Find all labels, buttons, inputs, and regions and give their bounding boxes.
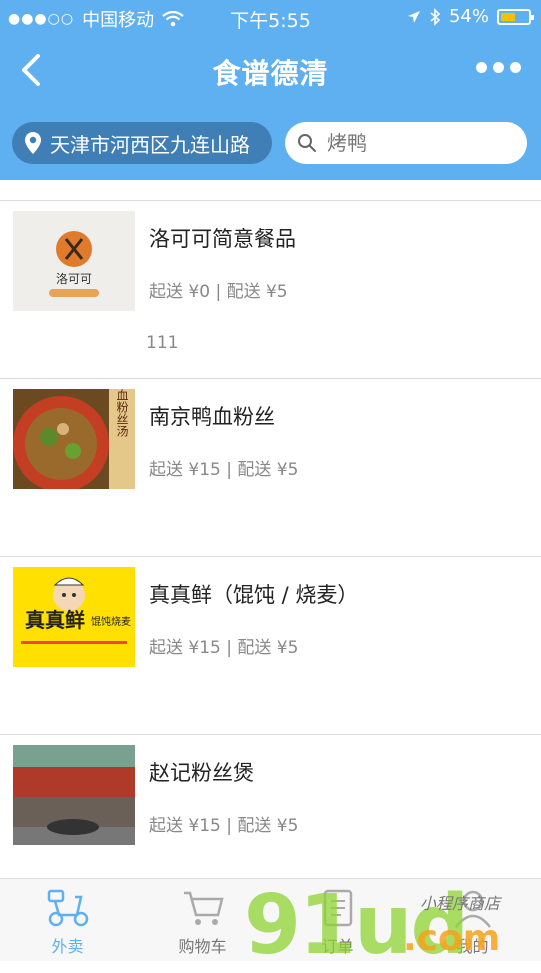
scooter-icon	[47, 889, 89, 927]
search-icon	[298, 134, 316, 152]
location-selector[interactable]: 天津市河西区九连山路	[12, 122, 272, 164]
restaurant-name: 南京鸭血粉丝	[149, 405, 275, 429]
status-bar: ●●●○○ 中国移动 下午5:55 54%	[0, 0, 541, 34]
location-text: 天津市河西区九连山路	[50, 132, 250, 157]
restaurant-delivery-info: 起送 ¥15 | 配送 ¥5	[149, 638, 299, 658]
restaurant-thumbnail: 鸭血粉丝汤	[13, 389, 135, 489]
restaurant-item[interactable]: 鸭血粉丝汤 南京鸭血粉丝 起送 ¥15 | 配送 ¥5	[0, 379, 541, 557]
bluetooth-icon	[430, 7, 441, 26]
restaurant-name: 洛可可简意餐品	[149, 227, 296, 251]
thumb-sub-text: 馄饨烧麦	[91, 615, 131, 628]
navbar: 食谱德清	[0, 40, 541, 102]
restaurant-item[interactable]: 真真鲜 馄饨烧麦 真真鲜（馄饨 / 烧麦） 起送 ¥15 | 配送 ¥5	[0, 557, 541, 735]
restaurant-thumbnail: 洛可可	[13, 211, 135, 311]
battery-icon	[497, 8, 534, 25]
thumb-logo-text: 真真鲜	[25, 608, 85, 632]
restaurant-delivery-info: 起送 ¥15 | 配送 ¥5	[149, 816, 299, 836]
restaurant-item[interactable]: 洛可可 洛可可简意餐品 起送 ¥0 | 配送 ¥5 111	[0, 201, 541, 379]
restaurant-name: 真真鲜（馄饨 / 烧麦）	[149, 583, 359, 607]
page-title: 食谱德清	[212, 57, 329, 90]
tab-takeout[interactable]: 外卖	[0, 879, 135, 961]
more-options-icon[interactable]	[476, 62, 521, 73]
location-pin-icon	[25, 132, 41, 154]
restaurant-thumbnail	[13, 745, 135, 845]
location-arrow-icon	[407, 10, 420, 23]
search-bar[interactable]	[285, 122, 527, 164]
watermark-suffix: .com	[403, 918, 501, 959]
search-input[interactable]	[325, 130, 509, 156]
restaurant-name: 赵记粉丝煲	[149, 761, 254, 785]
tab-label: 外卖	[51, 937, 84, 956]
battery-percent: 54%	[448, 6, 489, 27]
cart-icon	[184, 891, 224, 925]
watermark-tagline: 小程序商店	[420, 894, 501, 913]
restaurant-delivery-info: 起送 ¥15 | 配送 ¥5	[149, 460, 299, 480]
thumb-vertical-text: 鸭血粉丝汤	[115, 389, 129, 437]
restaurant-list: 洛可可 洛可可简意餐品 起送 ¥0 | 配送 ¥5 111 鸭血粉丝汤 南京鸭血…	[0, 200, 541, 913]
header: ●●●○○ 中国移动 下午5:55 54% 食谱德清 天津市河西区九连山路	[0, 0, 541, 180]
restaurant-thumbnail: 真真鲜 馄饨烧麦	[13, 567, 135, 667]
restaurant-note: 111	[146, 333, 179, 353]
thumb-logo-text: 洛可可	[56, 271, 92, 286]
restaurant-delivery-info: 起送 ¥0 | 配送 ¥5	[149, 282, 288, 302]
